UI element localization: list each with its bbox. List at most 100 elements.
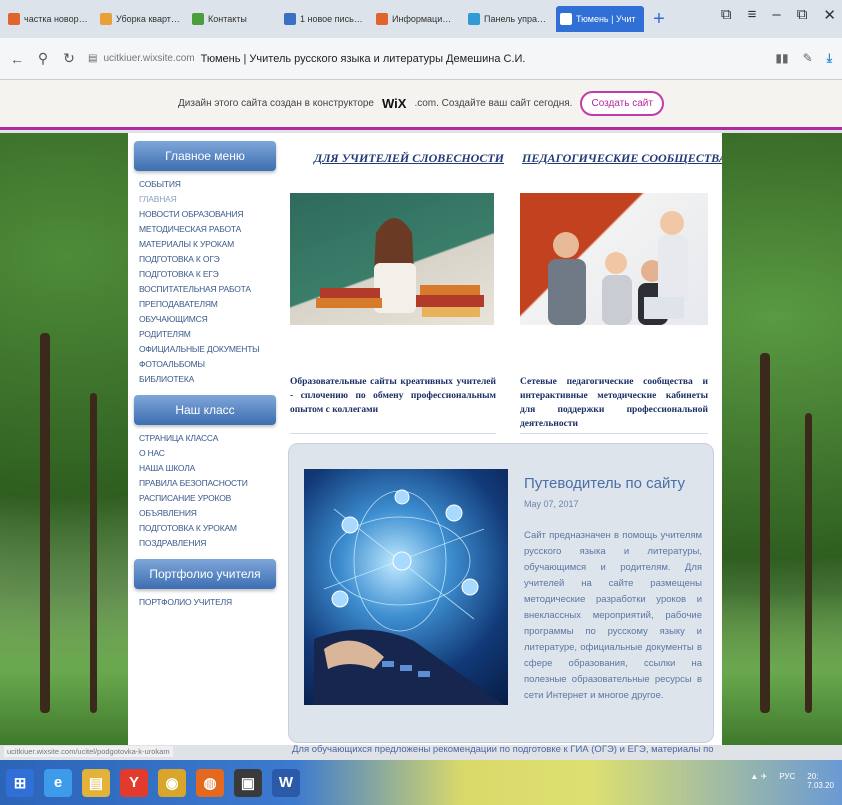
tab-label: Тюмень | Учит — [576, 14, 636, 24]
menu-item[interactable]: Объявления — [134, 506, 276, 521]
menu-item[interactable]: Официальные документы — [134, 342, 276, 357]
network-icon[interactable]: ▲ ✈ — [750, 772, 767, 790]
tree-trunk — [40, 333, 50, 713]
main-menu-list: События Главная Новости образования Методич… — [134, 177, 276, 387]
menu-item[interactable]: Библиотека — [134, 372, 276, 387]
tab-label: Информационно — [392, 14, 456, 24]
downloads-icon[interactable]: ⤓ — [827, 51, 832, 66]
menu-item[interactable]: Фотоальбомы — [134, 357, 276, 372]
tab-favicon-icon — [284, 13, 296, 25]
url-page-title: Тюмень | Учитель русского языка и литера… — [200, 52, 526, 65]
system-tray: ▲ ✈ РУС 20: 7.03.20 — [750, 772, 834, 790]
class-menu-list: Страница класса О нас Наша школа Правила бе… — [134, 431, 276, 551]
browser-tab[interactable]: Панель управле — [464, 6, 552, 32]
guide-title[interactable]: Путеводитель по сайту — [524, 475, 685, 492]
url-field[interactable]: ▤ ucitkiuer.wixsite.com Тюмень | Учитель… — [88, 53, 763, 65]
menu-item[interactable]: Подготовка к ОГЭ — [134, 252, 276, 267]
tab-label: 1 новое письмо — [300, 14, 364, 24]
menu-item[interactable]: Обучающимся — [134, 312, 276, 327]
wix-promo-banner: Дизайн этого сайта создан в конструкторе… — [0, 80, 842, 130]
colleagues-photo[interactable] — [520, 193, 708, 325]
tv-app-icon[interactable]: ▣ — [234, 768, 262, 797]
bookmark-icon[interactable]: ⚲ — [36, 50, 50, 67]
back-arrow-icon[interactable]: ← — [10, 51, 24, 67]
guide-body: Сайт предназначен в помощь учителям русс… — [524, 530, 702, 701]
tree-trunk — [805, 413, 812, 713]
word-icon[interactable]: W — [272, 768, 300, 797]
tab-favicon-icon — [8, 13, 20, 25]
wix-logo[interactable]: WiX — [382, 96, 406, 111]
menu-item[interactable]: Наша школа — [134, 461, 276, 476]
explorer-icon[interactable]: ▤ — [82, 768, 110, 797]
new-tab-button[interactable]: + — [648, 8, 670, 31]
network-keyboard-photo[interactable] — [304, 469, 508, 705]
restore-icon[interactable]: ⧉ — [797, 6, 808, 24]
guide-date: May 07, 2017 — [524, 499, 579, 509]
ie-icon[interactable]: e — [44, 768, 72, 797]
close-icon[interactable]: ✕ — [823, 6, 836, 24]
tree-trunk — [90, 393, 97, 713]
menu-item[interactable]: Подготовка к ЕГЭ — [134, 267, 276, 282]
tab-favicon-icon — [192, 13, 204, 25]
teachers-section-caption[interactable]: Образовательные сайты креативных учителе… — [290, 375, 496, 417]
menu-item[interactable]: Портфолио учителя — [134, 595, 276, 610]
chrome-icon[interactable]: ◉ — [158, 768, 186, 797]
tab-label: Уборка квартир — [116, 14, 180, 24]
menu-item[interactable]: Новости образования — [134, 207, 276, 222]
network-illustration — [314, 489, 504, 705]
main-menu-heading[interactable]: Главное меню — [134, 141, 276, 171]
windows-start-icon[interactable]: ⊞ — [6, 768, 34, 797]
browser-tab[interactable]: Уборка квартир — [96, 6, 184, 32]
menu-item[interactable]: Расписание уроков — [134, 491, 276, 506]
class-menu-heading[interactable]: Наш класс — [134, 395, 276, 425]
tab-favicon-icon — [100, 13, 112, 25]
page-icon: ▤ — [88, 53, 98, 64]
menu-item[interactable]: Подготовка к урокам — [134, 521, 276, 536]
browser-tab[interactable]: Тюмень | Учит — [556, 6, 644, 32]
divider — [520, 433, 708, 434]
menu-item[interactable]: Материалы к урокам — [134, 237, 276, 252]
language-indicator[interactable]: РУС — [779, 772, 795, 790]
tab-label: Панель управле — [484, 14, 548, 24]
communities-section-heading[interactable]: Педагогические сообщества — [522, 151, 722, 166]
menu-item[interactable]: О нас — [134, 446, 276, 461]
yandex-browser-icon[interactable]: Y — [120, 768, 148, 797]
create-site-button[interactable]: Создать сайт — [580, 91, 664, 116]
wix-banner-text: Дизайн этого сайта создан в конструкторе — [178, 98, 374, 109]
guide-footer-text: Для обучающихся предложены рекомендации … — [292, 744, 714, 755]
teachers-section-heading[interactable]: Для учителей словесности — [314, 151, 504, 166]
teacher-photo[interactable] — [290, 193, 494, 325]
menu-item[interactable]: События — [134, 177, 276, 192]
browser-tab[interactable]: Контакты — [188, 6, 276, 32]
status-url-hover: ucitkiuer.wixsite.com/ucitel/podgotovka-… — [4, 746, 173, 757]
clock-time: 20: — [807, 772, 819, 781]
browser-tab[interactable]: 1 новое письмо — [280, 6, 368, 32]
menu-icon[interactable]: ≡ — [748, 6, 757, 24]
browser-tab[interactable]: частка новоро – — [4, 6, 92, 32]
tree-trunk — [760, 353, 770, 713]
browser-tab[interactable]: Информационно — [372, 6, 460, 32]
teacher-illustration — [316, 218, 484, 317]
tab-overview-icon[interactable]: ⧉ — [721, 6, 732, 24]
menu-item[interactable]: Правила безопасности — [134, 476, 276, 491]
menu-item[interactable]: Страница класса — [134, 431, 276, 446]
menu-item[interactable]: Преподавателям — [134, 297, 276, 312]
communities-section-caption[interactable]: Сетевые педагогические сообщества и инте… — [520, 375, 708, 431]
edit-icon[interactable]: ✎ — [803, 51, 813, 66]
browser-tab-strip: частка новоро – Уборка квартир Контакты 1 н… — [0, 0, 842, 38]
portfolio-menu-heading[interactable]: Портфолио учителя — [134, 559, 276, 589]
menu-item[interactable]: Воспитательная работа — [134, 282, 276, 297]
portfolio-menu-list: Портфолио учителя — [134, 595, 276, 610]
tab-label: Контакты — [208, 14, 247, 24]
firefox-icon[interactable]: ◍ — [196, 768, 224, 797]
menu-item[interactable]: Поздравления — [134, 536, 276, 551]
clock-date: 7.03.20 — [807, 781, 834, 790]
menu-item[interactable]: Методическая работа — [134, 222, 276, 237]
menu-item[interactable]: Родителям — [134, 327, 276, 342]
reader-icon[interactable]: ▮▮ — [775, 51, 788, 66]
divider — [290, 433, 496, 434]
reload-icon[interactable]: ↻ — [62, 50, 76, 67]
clock[interactable]: 20: 7.03.20 — [807, 772, 834, 790]
minimize-icon[interactable]: – — [772, 6, 780, 24]
menu-item[interactable]: Главная — [134, 192, 276, 207]
